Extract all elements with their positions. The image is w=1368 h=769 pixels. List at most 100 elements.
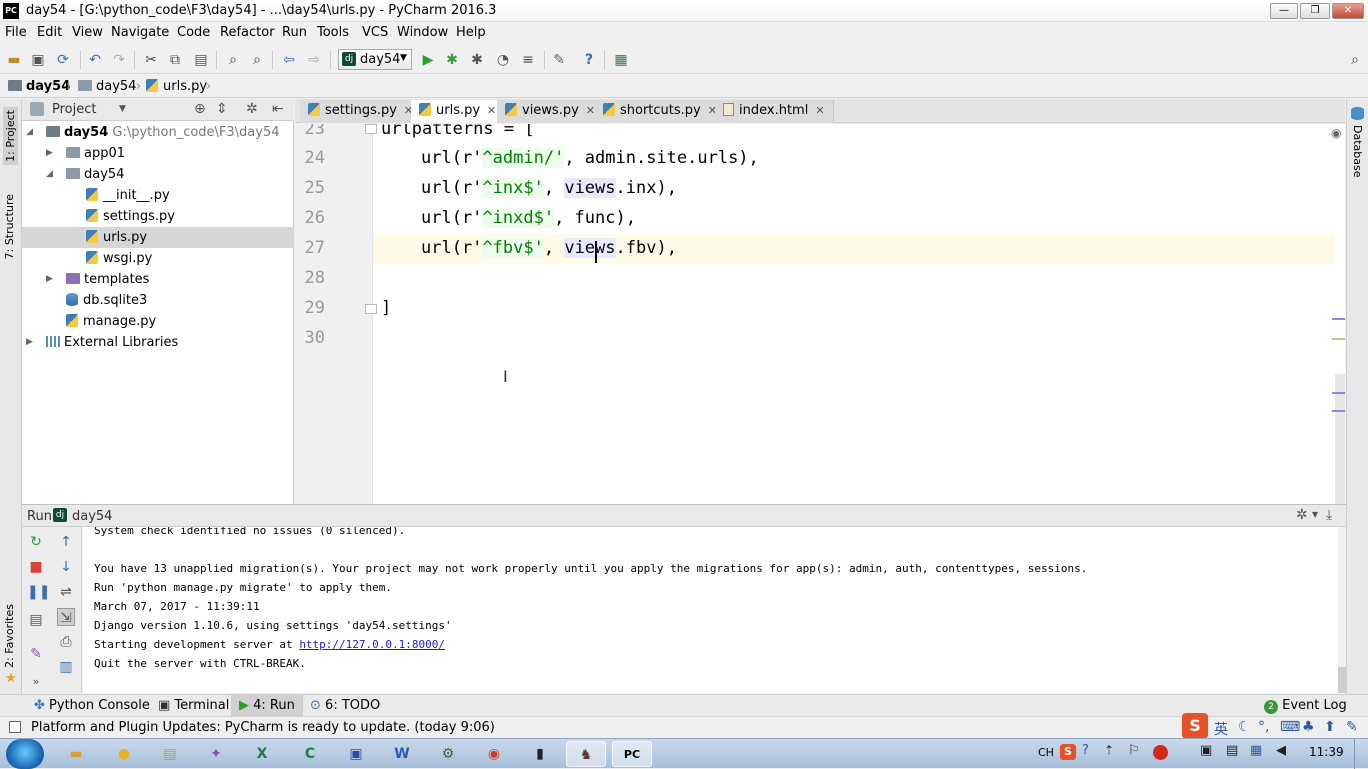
- menu-window[interactable]: Window: [397, 25, 448, 40]
- tree-item-init[interactable]: __init__.py: [22, 185, 294, 206]
- wrench-icon[interactable]: ✎: [1346, 719, 1358, 735]
- sogou-ime-icon[interactable]: S: [1182, 713, 1208, 739]
- debug-icon[interactable]: ✱: [443, 51, 461, 69]
- tab-run[interactable]: ▶ 4: Run: [231, 695, 303, 717]
- server-url-link[interactable]: http://127.0.0.1:8000/: [299, 638, 445, 651]
- up-arrow-icon[interactable]: ↑: [57, 533, 75, 551]
- undo-icon[interactable]: ↶: [86, 51, 104, 69]
- screen-tray-icon[interactable]: ▣: [1200, 743, 1212, 758]
- collapse-icon[interactable]: ⇕: [216, 101, 228, 117]
- menu-tools[interactable]: Tools: [317, 25, 349, 40]
- volume-icon[interactable]: ◀: [1276, 743, 1286, 758]
- forward-icon[interactable]: ⇨: [305, 51, 323, 69]
- close-icon[interactable]: ✕: [815, 104, 824, 117]
- settings-icon[interactable]: ✎: [550, 51, 568, 69]
- find-icon[interactable]: ⌕: [224, 51, 242, 69]
- close-icon[interactable]: ✕: [586, 104, 595, 117]
- collapsed-arrow-icon[interactable]: ▶: [26, 332, 33, 353]
- tree-item-manage[interactable]: manage.py: [22, 311, 294, 332]
- rerun-icon[interactable]: ↻: [27, 533, 45, 551]
- code-editor[interactable]: 23 24 25 26 27 28 29 30 urlpatterns = [ …: [295, 124, 1345, 504]
- excel-icon[interactable]: X: [242, 741, 282, 767]
- tree-item-urls[interactable]: urls.py: [22, 227, 294, 248]
- tab-views-py[interactable]: views.py ✕: [497, 100, 605, 123]
- locate-icon[interactable]: ⊕: [194, 101, 206, 117]
- media-icon[interactable]: ♞: [566, 741, 606, 767]
- save-icon[interactable]: ▣: [29, 51, 47, 69]
- help-tray-icon[interactable]: ?: [1082, 743, 1089, 758]
- chevron-down-icon[interactable]: ▼: [119, 104, 126, 114]
- menu-edit[interactable]: Edit: [37, 25, 62, 40]
- run-console[interactable]: System check identified no issues (0 sil…: [83, 527, 1338, 693]
- collapsed-arrow-icon[interactable]: ▶: [46, 143, 53, 164]
- breadcrumb-file[interactable]: urls.py: [146, 79, 207, 94]
- sogou-tray-icon[interactable]: S: [1060, 744, 1076, 760]
- fold-marker-icon[interactable]: [365, 124, 377, 134]
- tab-urls-py[interactable]: urls.py ✕: [411, 100, 506, 123]
- keyboard-icon[interactable]: ⌨: [1280, 719, 1300, 735]
- tool-tab-database[interactable]: Database: [1351, 125, 1364, 178]
- status-message[interactable]: Platform and Plugin Updates: PyCharm is …: [31, 720, 495, 735]
- tool-tab-project[interactable]: 1: Project: [3, 107, 18, 165]
- expand-arrow-icon[interactable]: ◢: [46, 164, 53, 185]
- tree-item-root[interactable]: ◢ day54 G:\python_code\F3\day54: [22, 122, 294, 143]
- ime-mode-label[interactable]: 英: [1214, 719, 1228, 739]
- more-icon[interactable]: »: [27, 673, 45, 691]
- print-icon[interactable]: ⎙: [57, 633, 75, 651]
- tray-arrow-icon[interactable]: ⇡: [1104, 743, 1114, 757]
- chrome-icon[interactable]: ◉: [474, 741, 514, 767]
- project-view-label[interactable]: Project: [52, 102, 96, 117]
- close-icon[interactable]: ✕: [487, 104, 496, 117]
- tab-event-log[interactable]: 2 Event Log: [1256, 695, 1355, 717]
- gear-icon[interactable]: ✲: [1296, 507, 1308, 523]
- profile-icon[interactable]: ◔: [494, 51, 512, 69]
- soft-wrap-icon[interactable]: ⇌: [57, 583, 75, 601]
- run-config-tab[interactable]: day54: [72, 509, 112, 524]
- help-icon[interactable]: ?: [580, 51, 598, 69]
- tree-item-wsgi[interactable]: wsgi.py: [22, 248, 294, 269]
- explorer-icon[interactable]: ▬: [56, 741, 96, 767]
- chevron-down-icon[interactable]: ▼: [1312, 510, 1318, 519]
- paste-icon[interactable]: ▤: [192, 51, 210, 69]
- open-folder-icon[interactable]: ▬: [5, 51, 23, 69]
- language-indicator[interactable]: CH: [1038, 746, 1054, 759]
- monitor-tray-icon[interactable]: ▦: [1250, 743, 1262, 758]
- menu-file[interactable]: File: [5, 25, 27, 40]
- breadcrumb-root[interactable]: day54: [8, 79, 70, 94]
- paint-icon[interactable]: ✦: [196, 741, 236, 767]
- app-c-icon[interactable]: C: [290, 741, 330, 767]
- menu-view[interactable]: View: [72, 25, 103, 40]
- record-tray-icon[interactable]: [1153, 745, 1168, 760]
- start-button[interactable]: [6, 739, 44, 769]
- tab-shortcuts-py[interactable]: shortcuts.py ✕: [595, 100, 726, 123]
- menu-vcs[interactable]: VCS: [362, 25, 388, 40]
- word-icon[interactable]: W: [382, 741, 422, 767]
- hide-panel-icon[interactable]: ⤓: [1326, 507, 1332, 523]
- menu-run[interactable]: Run: [282, 25, 307, 40]
- tab-todo[interactable]: ⊙ 6: TODO: [302, 695, 388, 717]
- disk-icon[interactable]: ▣: [336, 741, 376, 767]
- collapsed-arrow-icon[interactable]: ▶: [46, 269, 53, 290]
- vcs-icon[interactable]: ▦: [612, 51, 630, 69]
- panel-toggle-icon[interactable]: [9, 721, 21, 733]
- breadcrumb-folder[interactable]: day54: [78, 79, 136, 94]
- tab-settings-py[interactable]: settings.py ✕: [300, 100, 423, 123]
- menu-navigate[interactable]: Navigate: [111, 25, 169, 40]
- pause-icon[interactable]: ❚❚: [27, 583, 50, 601]
- back-icon[interactable]: ⇦: [280, 51, 298, 69]
- coverage-icon[interactable]: ✱: [468, 51, 486, 69]
- down-arrow-icon[interactable]: ↓: [57, 558, 75, 576]
- run-config-select[interactable]: dj day54 ▼: [338, 49, 412, 70]
- replace-icon[interactable]: ⌕: [248, 51, 266, 69]
- run-icon[interactable]: ▶: [419, 51, 437, 69]
- tree-item-external-libraries[interactable]: ▶ External Libraries: [22, 332, 294, 353]
- gear-icon[interactable]: ✲: [246, 101, 258, 117]
- punctuation-icon[interactable]: °,: [1258, 719, 1269, 735]
- search-icon[interactable]: ⌕: [1346, 51, 1364, 69]
- scroll-to-end-icon[interactable]: ⇲: [57, 608, 75, 626]
- close-button[interactable]: ✕: [1332, 3, 1364, 19]
- menu-help[interactable]: Help: [456, 25, 486, 40]
- up-icon[interactable]: ⬆: [1324, 719, 1336, 735]
- cmd-icon[interactable]: ▮: [520, 741, 560, 767]
- tree-item-app01[interactable]: ▶ app01: [22, 143, 294, 164]
